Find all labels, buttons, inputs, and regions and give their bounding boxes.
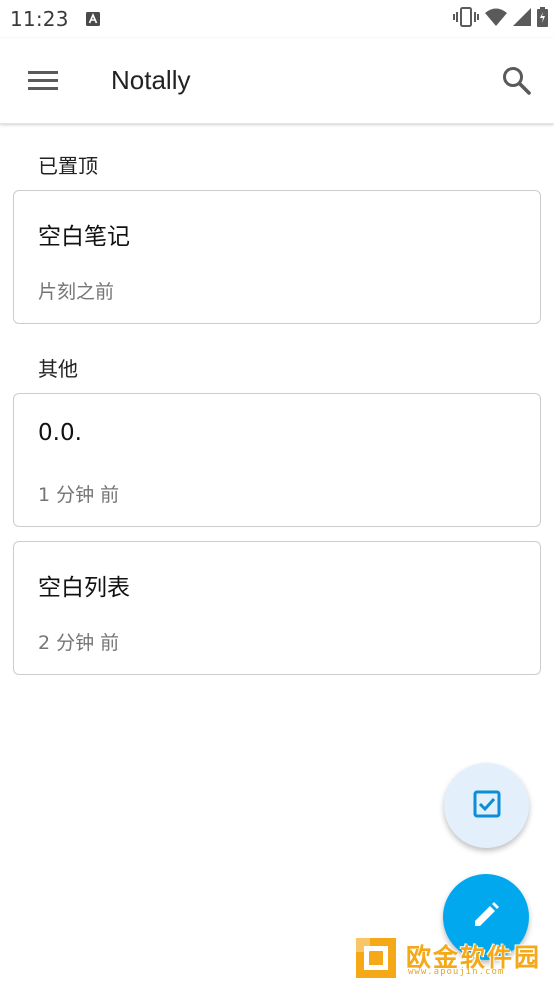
text-notification-icon <box>86 11 100 26</box>
note-timestamp: 1 分钟 前 <box>38 484 120 506</box>
cell-signal-icon <box>513 8 531 30</box>
menu-button[interactable] <box>22 63 64 97</box>
app-bar: Notally <box>0 38 554 124</box>
status-icons <box>453 7 548 31</box>
watermark-logo-icon <box>354 936 398 980</box>
checkbox-icon <box>472 789 502 823</box>
pencil-icon <box>471 900 501 934</box>
note-title: 空白列表 <box>38 575 130 601</box>
hamburger-menu-icon <box>22 71 64 101</box>
note-card[interactable]: 0.0. 1 分钟 前 <box>13 393 541 527</box>
note-card[interactable]: 空白列表 2 分钟 前 <box>13 541 541 675</box>
note-timestamp: 2 分钟 前 <box>38 632 120 654</box>
battery-charging-icon <box>537 7 548 31</box>
search-icon <box>500 67 534 102</box>
note-timestamp: 片刻之前 <box>38 281 115 303</box>
status-bar: 11:23 <box>0 0 554 38</box>
watermark: 欧金软件园 www.apoujin.com <box>354 936 550 980</box>
vibrate-icon <box>453 7 479 31</box>
watermark-url: www.apoujin.com <box>408 967 505 977</box>
app-title: Notally <box>111 65 191 95</box>
search-button[interactable] <box>500 64 534 98</box>
note-title: 0.0. <box>38 420 82 446</box>
status-time: 11:23 <box>10 7 69 31</box>
note-title: 空白笔记 <box>38 224 130 250</box>
new-list-button[interactable] <box>444 763 529 848</box>
wifi-icon <box>485 8 507 30</box>
section-header-others: 其他 <box>38 357 78 381</box>
section-header-pinned: 已置顶 <box>38 154 98 178</box>
note-card[interactable]: 空白笔记 片刻之前 <box>13 190 541 324</box>
